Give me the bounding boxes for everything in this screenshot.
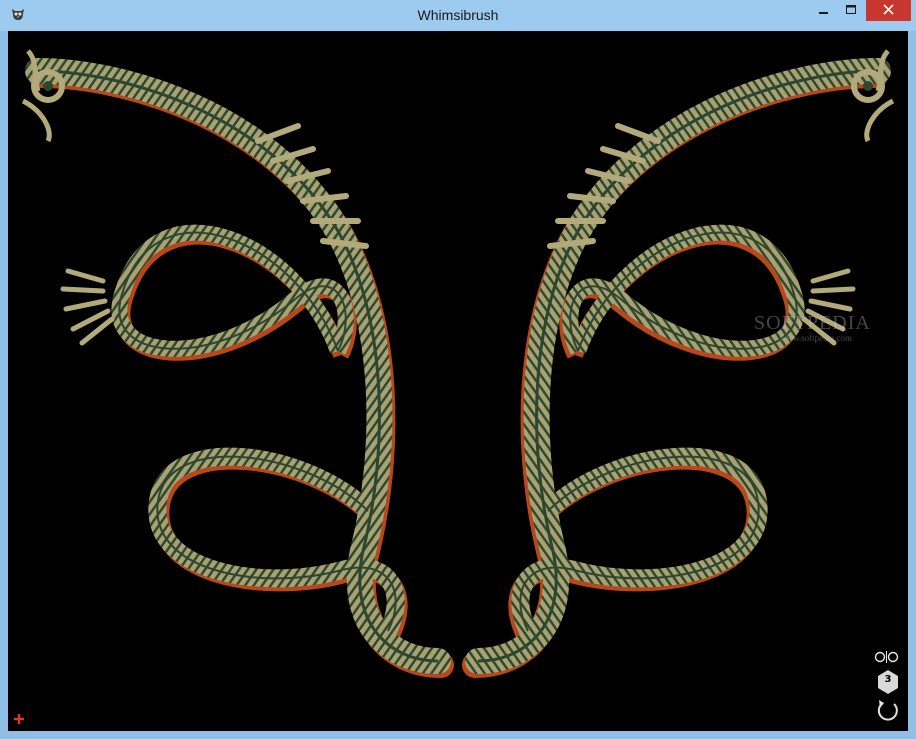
- title-bar[interactable]: Whimsibrush: [0, 0, 916, 31]
- symmetry-count-label: 3: [884, 674, 892, 685]
- watermark-brand: SOFTPEDIA: [754, 312, 871, 334]
- drawing-canvas[interactable]: SOFTPEDIA www.softpedia.com 3: [8, 31, 908, 731]
- mirror-circles-icon: [874, 651, 900, 668]
- maximize-icon: [845, 2, 857, 20]
- maximize-button[interactable]: [836, 0, 866, 21]
- undo-arrow-icon: [875, 700, 901, 728]
- app-window: Whimsibrush SOFTPEDIA www.softpedia.com …: [0, 0, 916, 739]
- mirror-toggle-button[interactable]: [874, 650, 900, 664]
- close-button[interactable]: [866, 0, 911, 21]
- close-icon: [883, 2, 894, 20]
- undo-button[interactable]: [875, 698, 901, 724]
- symmetry-count-button[interactable]: 3: [876, 669, 900, 695]
- plus-icon: [12, 713, 26, 730]
- minimize-icon: [819, 2, 829, 20]
- softpedia-watermark: SOFTPEDIA www.softpedia.com: [754, 312, 871, 343]
- add-button[interactable]: [12, 712, 26, 726]
- window-title: Whimsibrush: [417, 7, 499, 23]
- symmetric-ribbon-artwork: [8, 31, 908, 731]
